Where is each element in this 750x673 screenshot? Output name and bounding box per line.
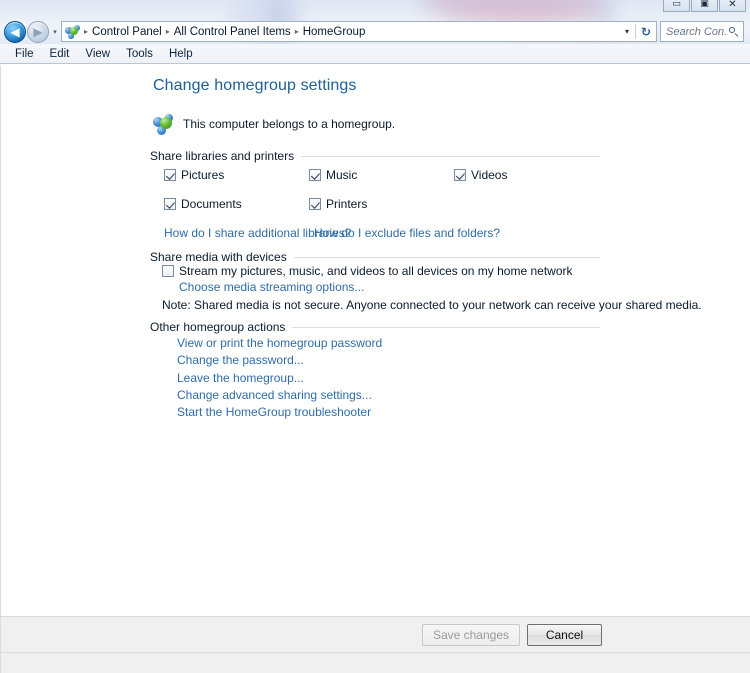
checkbox-videos[interactable]: Videos (454, 168, 507, 182)
checkbox-box[interactable] (309, 198, 321, 210)
menu-item-file[interactable]: File (7, 46, 42, 62)
minimize-button[interactable]: ▭ (663, 0, 690, 12)
wallpaper-blur (430, 3, 610, 19)
maximize-button[interactable]: ▣ (691, 0, 718, 12)
back-arrow-icon: ◀ (10, 24, 20, 39)
navigation-bar: ◀ ▶ ▾ ▸ Control Panel ▸ All Control Pane… (0, 19, 750, 44)
status-bar (0, 652, 750, 673)
link-leave-homegroup[interactable]: Leave the homegroup... (177, 371, 304, 385)
close-button[interactable]: ✕ (719, 0, 746, 12)
checkbox-label: Documents (181, 197, 242, 211)
search-icon (728, 26, 740, 38)
address-bar[interactable]: ▸ Control Panel ▸ All Control Panel Item… (61, 21, 657, 42)
forward-button[interactable]: ▶ (27, 20, 49, 43)
link-exclude-files-and-folders[interactable]: How do I exclude files and folders? (314, 226, 500, 240)
close-icon: ✕ (728, 0, 737, 10)
homegroup-icon (153, 113, 175, 135)
homegroup-status: This computer belongs to a homegroup. (153, 113, 395, 135)
checkbox-box[interactable] (454, 169, 466, 181)
section-label: Share media with devices (150, 250, 287, 264)
checkbox-box[interactable] (164, 169, 176, 181)
checkbox-documents[interactable]: Documents (164, 197, 242, 211)
checkbox-box[interactable] (164, 198, 176, 210)
link-choose-media-streaming-options[interactable]: Choose media streaming options... (179, 280, 364, 294)
section-header-libraries: Share libraries and printers (150, 149, 600, 163)
checkbox-box[interactable] (162, 265, 174, 277)
menu-item-edit[interactable]: Edit (42, 46, 78, 62)
search-input[interactable]: Search Con... (660, 21, 744, 42)
menu-item-view[interactable]: View (77, 46, 118, 62)
recent-pages-button[interactable]: ▾ (49, 28, 61, 36)
nav-arrow-group: ◀ ▶ ▾ (4, 20, 61, 43)
checkbox-stream-media[interactable]: Stream my pictures, music, and videos to… (162, 264, 573, 278)
breadcrumb: ▸ Control Panel ▸ All Control Panel Item… (83, 25, 619, 39)
chevron-down-icon: ▾ (53, 27, 57, 36)
checkbox-label: Printers (326, 197, 368, 211)
maximize-icon: ▣ (700, 0, 709, 9)
divider (301, 155, 600, 157)
homegroup-status-text: This computer belongs to a homegroup. (183, 117, 396, 131)
command-bar: Save changes Cancel (0, 616, 750, 652)
menu-item-help[interactable]: Help (161, 46, 201, 62)
content-pane: Change homegroup settings This computer … (0, 65, 750, 616)
checkbox-label: Videos (471, 168, 508, 182)
search-placeholder: Search Con... (666, 25, 728, 38)
section-header-other-actions: Other homegroup actions (150, 320, 600, 334)
checkbox-label: Music (326, 168, 358, 182)
checkbox-label: Pictures (181, 168, 225, 182)
section-label: Share libraries and printers (150, 149, 295, 163)
link-view-or-print-password[interactable]: View or print the homegroup password (177, 336, 382, 350)
save-changes-button[interactable]: Save changes (421, 623, 520, 646)
forward-arrow-icon: ▶ (33, 24, 43, 39)
divider (292, 326, 600, 328)
wallpaper-blur (418, 0, 608, 14)
link-start-troubleshooter[interactable]: Start the HomeGroup troubleshooter (177, 405, 371, 419)
refresh-icon: ↻ (640, 24, 652, 39)
checkbox-music[interactable]: Music (309, 168, 357, 182)
cancel-button[interactable]: Cancel (527, 623, 602, 646)
page-title: Change homegroup settings (153, 77, 357, 94)
divider (293, 256, 600, 258)
back-button[interactable]: ◀ (4, 20, 26, 43)
breadcrumb-item-homegroup[interactable]: HomeGroup (300, 25, 369, 39)
link-change-password[interactable]: Change the password... (177, 353, 304, 367)
address-dropdown-button[interactable]: ▾ (619, 27, 635, 36)
checkbox-box[interactable] (309, 169, 321, 181)
menu-bar: File Edit View Tools Help (0, 44, 750, 64)
breadcrumb-item-control-panel[interactable]: Control Panel (89, 25, 165, 39)
window-controls: ▭ ▣ ✕ (663, 0, 746, 12)
menu-item-tools[interactable]: Tools (118, 46, 161, 62)
link-change-advanced-sharing[interactable]: Change advanced sharing settings... (177, 388, 372, 402)
explorer-window: ▭ ▣ ✕ ◀ ▶ ▾ ▸ Control Panel ▸ All Contro… (0, 0, 750, 673)
breadcrumb-item-all-control-panel-items[interactable]: All Control Panel Items (171, 25, 294, 39)
checkbox-label: Stream my pictures, music, and videos to… (179, 264, 573, 278)
homegroup-icon (65, 24, 81, 40)
minimize-icon: ▭ (672, 0, 681, 9)
section-label: Other homegroup actions (150, 320, 286, 334)
chevron-down-icon: ▾ (624, 27, 629, 36)
media-security-note: Note: Shared media is not secure. Anyone… (162, 298, 702, 312)
section-header-media: Share media with devices (150, 250, 600, 264)
refresh-button[interactable]: ↻ (636, 26, 656, 38)
checkbox-printers[interactable]: Printers (309, 197, 367, 211)
checkbox-pictures[interactable]: Pictures (164, 168, 224, 182)
